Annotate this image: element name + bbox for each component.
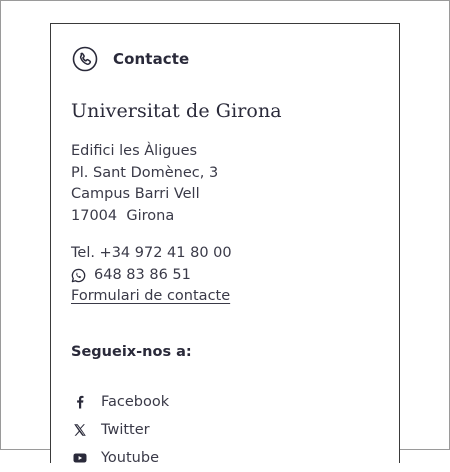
social-link-label: Twitter: [101, 422, 150, 438]
youtube-icon: [73, 453, 87, 463]
address-line: Pl. Sant Domènec, 3: [71, 164, 219, 181]
follow-us-title: Segueix-nos a:: [71, 344, 192, 360]
address-line: 17004 Girona: [71, 207, 175, 224]
contact-details: Tel. +34 972 41 80 00 648 83 86 51 Formu…: [71, 243, 232, 308]
x-twitter-icon: [74, 424, 86, 436]
social-link-facebook[interactable]: Facebook: [73, 388, 169, 416]
contact-card: Contacte Universitat de Girona Edifici l…: [50, 23, 400, 466]
social-links-list: Facebook Twitter Youtube: [73, 388, 169, 472]
social-link-label: Facebook: [101, 394, 170, 410]
contact-title: Contacte: [113, 50, 190, 68]
whatsapp-row: 648 83 86 51: [71, 265, 232, 287]
whatsapp-number: 648 83 86 51: [94, 266, 191, 283]
address-line: Campus Barri Vell: [71, 186, 200, 202]
social-link-youtube[interactable]: Youtube: [73, 444, 169, 472]
address-line: Edifici les Àligues: [71, 143, 198, 159]
social-link-label: Youtube: [101, 450, 159, 466]
social-link-twitter[interactable]: Twitter: [73, 416, 169, 444]
phone-icon: [72, 46, 98, 72]
whatsapp-icon: [71, 268, 86, 282]
phone-number: Tel. +34 972 41 80 00: [71, 245, 232, 261]
postal-address: Edifici les Àligues Pl. Sant Domènec, 3 …: [71, 141, 218, 227]
facebook-icon: [77, 395, 84, 409]
contact-header: Contacte: [72, 46, 189, 72]
contact-form-link[interactable]: Formulari de contacte: [71, 286, 230, 308]
organization-name: Universitat de Girona: [71, 100, 282, 122]
